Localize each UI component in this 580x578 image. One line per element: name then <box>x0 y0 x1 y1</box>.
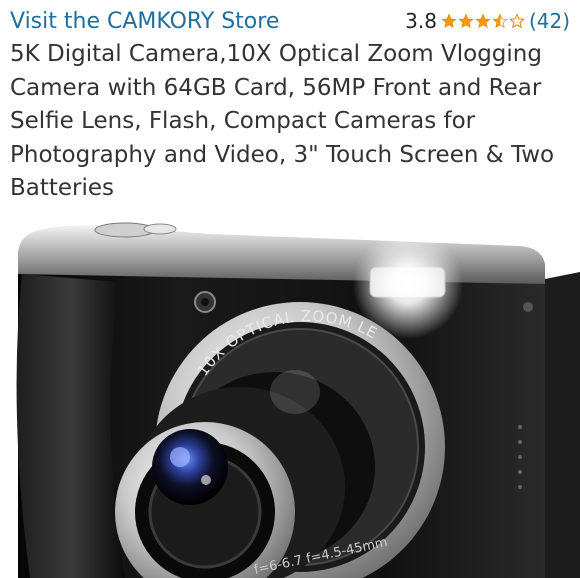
star-full-icon <box>475 13 491 29</box>
store-rating-row: Visit the CAMKORY Store 3.8 (42) <box>10 6 570 36</box>
star-full-icon <box>441 13 457 29</box>
rating-value: 3.8 <box>405 9 437 33</box>
star-empty-icon <box>509 13 525 29</box>
product-title: 5K Digital Camera,10X Optical Zoom Vlogg… <box>10 41 555 201</box>
visit-store-link[interactable]: Visit the CAMKORY Store <box>10 9 279 34</box>
review-count-link[interactable]: (42) <box>529 9 570 33</box>
star-full-icon <box>458 13 474 29</box>
rating-summary[interactable]: 3.8 (42) <box>405 9 570 33</box>
star-half-icon <box>492 13 508 29</box>
product-image-camera[interactable]: 10X OPTICAL ZOOM LENS f=6-6.7 f=4.5-45mm <box>0 212 580 578</box>
star-rating <box>441 13 525 29</box>
